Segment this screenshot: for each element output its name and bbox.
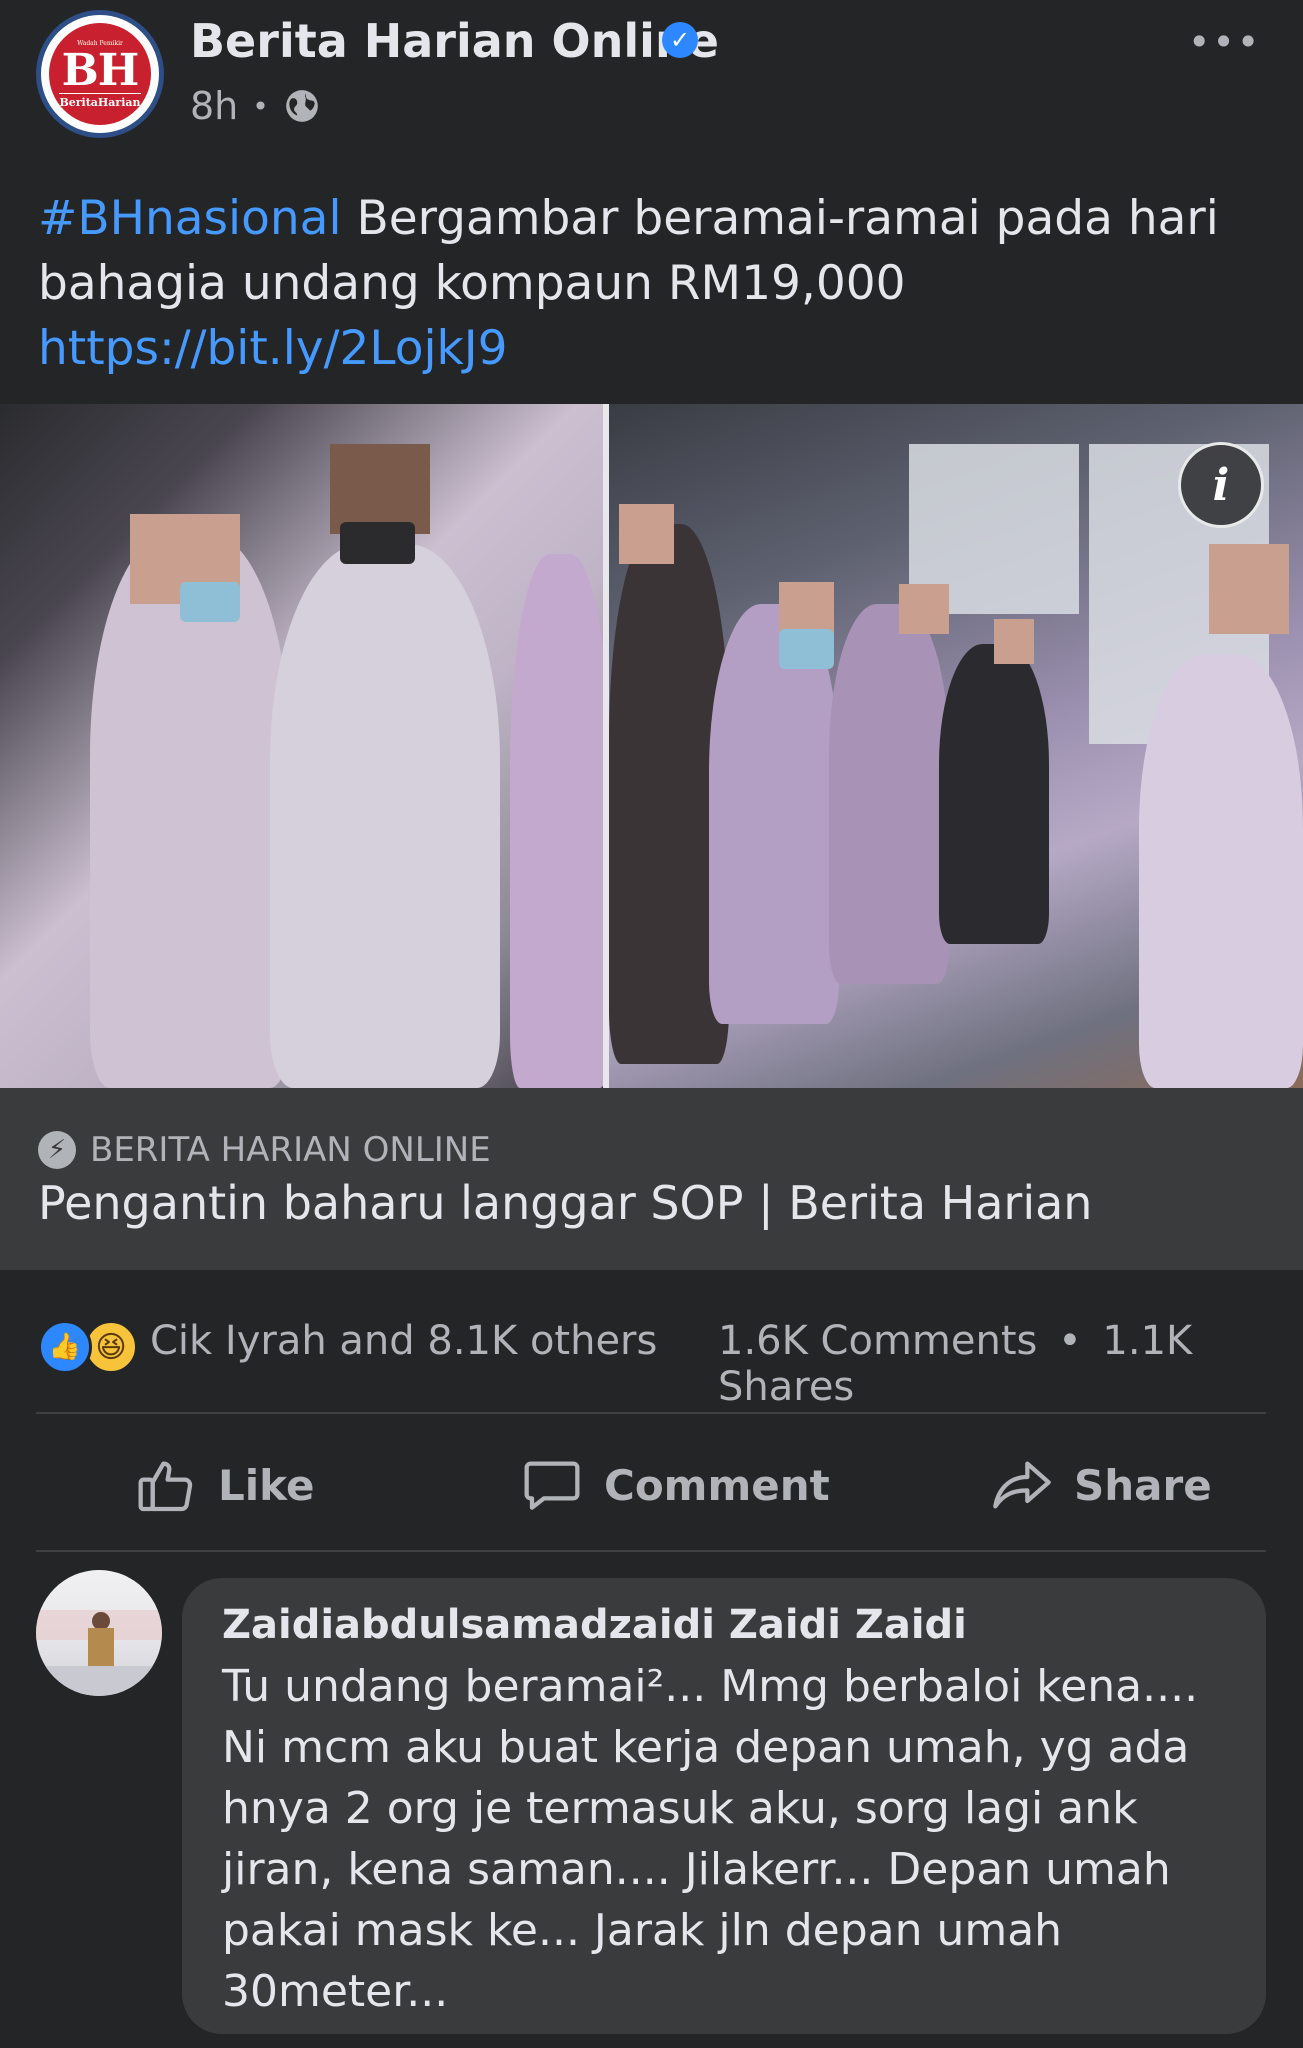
- post-link[interactable]: https://bit.ly/2LojkJ9: [38, 316, 1268, 381]
- meta-separator: •: [252, 89, 269, 123]
- page-avatar[interactable]: Wadah Pemikir BH BeritaHarian: [36, 10, 164, 138]
- bride-mask: [180, 582, 240, 622]
- passenger-face-blur: [1209, 544, 1289, 634]
- bh-logo: Wadah Pemikir BH BeritaHarian: [49, 23, 151, 125]
- share-arrow-icon: [993, 1461, 1051, 1509]
- passenger-mask: [779, 629, 834, 669]
- counts-separator: •: [1058, 1318, 1082, 1364]
- like-label: Like: [218, 1460, 315, 1510]
- comment-author[interactable]: Zaidiabdulsamadzaidi Zaidi Zaidi: [222, 1602, 967, 1648]
- bh-logo-mark: BH: [61, 44, 140, 96]
- passenger-figure: [939, 644, 1049, 944]
- info-button[interactable]: i: [1178, 442, 1264, 528]
- post-time[interactable]: 8h: [190, 84, 238, 128]
- preview-source: ⚡ BERITA HARIAN ONLINE: [38, 1130, 491, 1170]
- haha-reaction-icon: 😆: [84, 1320, 138, 1374]
- engagement-counts: 1.6K Comments • 1.1K Shares: [718, 1318, 1303, 1410]
- page-name[interactable]: Berita Harian Online: [190, 14, 719, 68]
- share-label: Share: [1074, 1460, 1212, 1510]
- post-meta: 8h •: [190, 84, 321, 128]
- post-photo-left[interactable]: [0, 404, 603, 1088]
- speech-bubble-icon: [524, 1461, 580, 1510]
- divider: [36, 1412, 1266, 1414]
- groom-face-blur: [330, 444, 430, 534]
- bolt-icon: ⚡: [38, 1131, 76, 1169]
- passenger-face-blur: [994, 619, 1034, 664]
- passenger-figure: [1139, 654, 1303, 1088]
- like-button[interactable]: Like: [134, 1450, 314, 1520]
- guest-figure: [510, 554, 603, 1088]
- comment-label: Comment: [604, 1460, 830, 1510]
- share-button[interactable]: Share: [990, 1450, 1212, 1520]
- comment-text: Tu undang beramai²... Mmg berbaloi kena.…: [222, 1661, 1199, 2017]
- commenter-avatar[interactable]: [36, 1570, 162, 1696]
- more-options-button[interactable]: •••: [1188, 20, 1261, 64]
- passenger-figure: [829, 604, 949, 984]
- preview-source-label: BERITA HARIAN ONLINE: [90, 1130, 491, 1170]
- divider: [36, 1550, 1266, 1552]
- reactions-summary[interactable]: Cik Iyrah and 8.1K others: [150, 1318, 657, 1364]
- groom-mask: [340, 522, 415, 564]
- thumbs-up-icon: [138, 1461, 193, 1512]
- avatar-floor: [36, 1666, 162, 1696]
- comment-button[interactable]: Comment: [520, 1450, 830, 1520]
- globe-icon: [285, 90, 318, 122]
- passenger-face-blur: [899, 584, 949, 634]
- like-reaction-icon: 👍: [38, 1320, 92, 1374]
- bh-logo-subtext: BeritaHarian: [59, 92, 141, 109]
- groom-figure: [270, 544, 500, 1088]
- post-text: #BHnasional Bergambar beramai-ramai pada…: [38, 186, 1268, 381]
- verified-check-icon: ✓: [662, 22, 698, 58]
- preview-title[interactable]: Pengantin baharu langgar SOP | Berita Ha…: [38, 1176, 1092, 1230]
- post-hashtag[interactable]: #BHnasional: [38, 191, 342, 246]
- comments-count[interactable]: 1.6K Comments: [718, 1318, 1037, 1364]
- passenger-face-blur: [619, 504, 674, 564]
